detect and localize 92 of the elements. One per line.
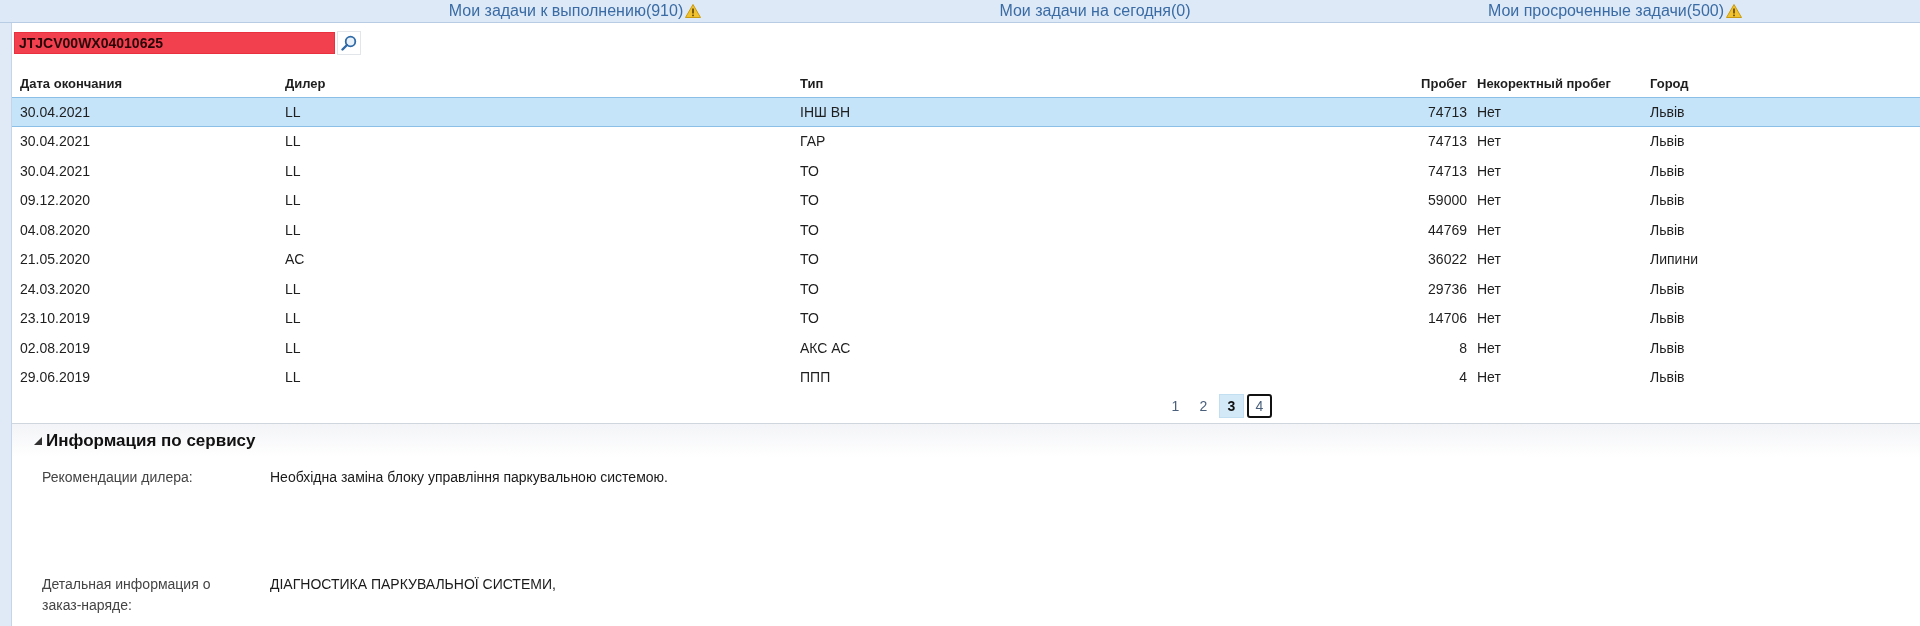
- table-cell: Львів: [1650, 162, 1685, 179]
- table-cell: 74713: [1428, 162, 1467, 179]
- table-cell: Львів: [1650, 103, 1685, 120]
- table-cell-text: Нет: [1476, 192, 1501, 209]
- column-header[interactable]: Некоректный пробег: [1467, 75, 1611, 91]
- table-cell-text: Нет: [1476, 221, 1501, 238]
- table-cell-text: Нет: [1476, 280, 1501, 297]
- table-row[interactable]: 09.12.2020 LL ТО 59000 Нет Львів: [12, 185, 1920, 215]
- table-cell-text: Нет: [1476, 339, 1501, 356]
- table-cell: LL: [285, 339, 301, 356]
- table-cell: ІНШ ВН: [800, 103, 851, 120]
- column-header[interactable]: Пробег: [1421, 75, 1467, 91]
- table-cell: ТО: [800, 310, 819, 327]
- table-cell: 8: [1459, 339, 1467, 356]
- table-cell: Львів: [1650, 339, 1685, 356]
- table-cell: AC: [285, 251, 305, 268]
- table-cell: 24.03.2020: [20, 280, 91, 297]
- table-row[interactable]: 24.03.2020 LL ТО 29736 Нет Львів: [12, 274, 1920, 304]
- table-cell: ТО: [800, 251, 819, 268]
- table-cell: 29736: [1428, 280, 1467, 297]
- table-cell: ППП: [800, 369, 831, 386]
- table-cell: ГАР: [800, 133, 826, 150]
- table-cell: 30.04.2021: [20, 133, 91, 150]
- table-cell: Львів: [1650, 133, 1685, 150]
- field-value: ДІАГНОСТИКА ПАРКУВАЛЬНОЇ СИСТЕМИ,: [270, 575, 556, 594]
- table-cell: ТО: [800, 280, 819, 297]
- search-icon: [341, 35, 357, 51]
- table-cell: АКС АС: [800, 339, 851, 356]
- table-row[interactable]: 30.04.2021 LL ТО 74713 Нет Львів: [12, 156, 1920, 186]
- table-cell: ТО: [800, 162, 819, 179]
- table-row[interactable]: 04.08.2020 LL ТО 44769 Нет Львів: [12, 215, 1920, 245]
- column-header[interactable]: Город: [1650, 75, 1689, 91]
- warning-icon: [1726, 4, 1743, 18]
- table-cell: LL: [285, 103, 301, 120]
- table-cell: Липини: [1650, 251, 1698, 268]
- table-cell: Львів: [1650, 280, 1685, 297]
- table-cell-text: Нет: [1476, 251, 1501, 268]
- table-cell-text: Нет: [1476, 133, 1501, 150]
- table-cell: 59000: [1428, 192, 1467, 209]
- table-cell-text: Нет: [1476, 162, 1501, 179]
- table-cell: 21.05.2020: [20, 251, 91, 268]
- table-row[interactable]: 29.06.2019 LL ППП 4 Нет Львів: [12, 362, 1920, 392]
- table-row[interactable]: 21.05.2020 AC ТО 36022 Нет Липини: [12, 244, 1920, 274]
- table-cell: 44769: [1428, 221, 1467, 238]
- task-tab[interactable]: Мои задачи на сегодня(0): [997, 1, 1193, 21]
- table-cell: 14706: [1428, 310, 1467, 327]
- page-button[interactable]: 4: [1247, 394, 1272, 418]
- table-cell: 04.08.2020: [20, 221, 91, 238]
- column-header[interactable]: Дилер: [285, 75, 326, 91]
- table-cell: 30.04.2021: [20, 103, 91, 120]
- column-header[interactable]: Тип: [800, 75, 824, 91]
- table-cell-text: Нет: [1476, 103, 1501, 120]
- page-button[interactable]: 1: [1163, 394, 1188, 418]
- table-cell-text: Нет: [1476, 310, 1501, 327]
- table-cell: 74713: [1428, 133, 1467, 150]
- task-tab[interactable]: Мои просроченные задачи(500): [1485, 1, 1745, 21]
- table-cell: 09.12.2020: [20, 192, 91, 209]
- table-cell: LL: [285, 369, 301, 386]
- task-tab[interactable]: Мои задачи к выполнению(910): [446, 1, 704, 21]
- warning-icon: [685, 4, 702, 18]
- table-row[interactable]: 02.08.2019 LL АКС АС 8 Нет Львів: [12, 333, 1920, 363]
- table-cell: ТО: [800, 192, 819, 209]
- field-label: Рекомендации дилера:: [42, 468, 194, 487]
- table-cell: 4: [1459, 369, 1467, 386]
- table-row[interactable]: 23.10.2019 LL ТО 14706 Нет Львів: [12, 303, 1920, 333]
- table-cell: Львів: [1650, 221, 1685, 238]
- table-cell: 02.08.2019: [20, 339, 91, 356]
- field-label: Детальная информация о заказ-наряде:: [42, 575, 212, 615]
- table-cell: LL: [285, 280, 301, 297]
- field-value: Необхідна заміна блоку управління паркувальною системою.: [270, 468, 668, 487]
- table-cell: 36022: [1428, 251, 1467, 268]
- table-cell: Львів: [1650, 369, 1685, 386]
- table-cell: LL: [285, 192, 301, 209]
- table-cell: 74713: [1428, 103, 1467, 120]
- table-cell: LL: [285, 162, 301, 179]
- table-cell: 30.04.2021: [20, 162, 91, 179]
- table-cell: ТО: [800, 221, 819, 238]
- search-field[interactable]: JTJCV00WX04010625: [14, 32, 335, 54]
- table-cell-text: Нет: [1476, 369, 1501, 386]
- table-cell: Львів: [1650, 192, 1685, 209]
- search-button[interactable]: [337, 31, 361, 55]
- column-header[interactable]: Дата окончания: [20, 75, 122, 91]
- page-button[interactable]: 2: [1191, 394, 1216, 418]
- table-cell: LL: [285, 133, 301, 150]
- table-cell: 23.10.2019: [20, 310, 91, 327]
- table-row[interactable]: 30.04.2021 LL ІНШ ВН 74713 Нет Львів: [12, 97, 1920, 127]
- table-cell: LL: [285, 310, 301, 327]
- table-cell: Львів: [1650, 310, 1685, 327]
- table-row[interactable]: 30.04.2021 LL ГАР 74713 Нет Львів: [12, 126, 1920, 156]
- table-cell: LL: [285, 221, 301, 238]
- page-button[interactable]: 3: [1219, 394, 1244, 418]
- table-cell: 29.06.2019: [20, 369, 91, 386]
